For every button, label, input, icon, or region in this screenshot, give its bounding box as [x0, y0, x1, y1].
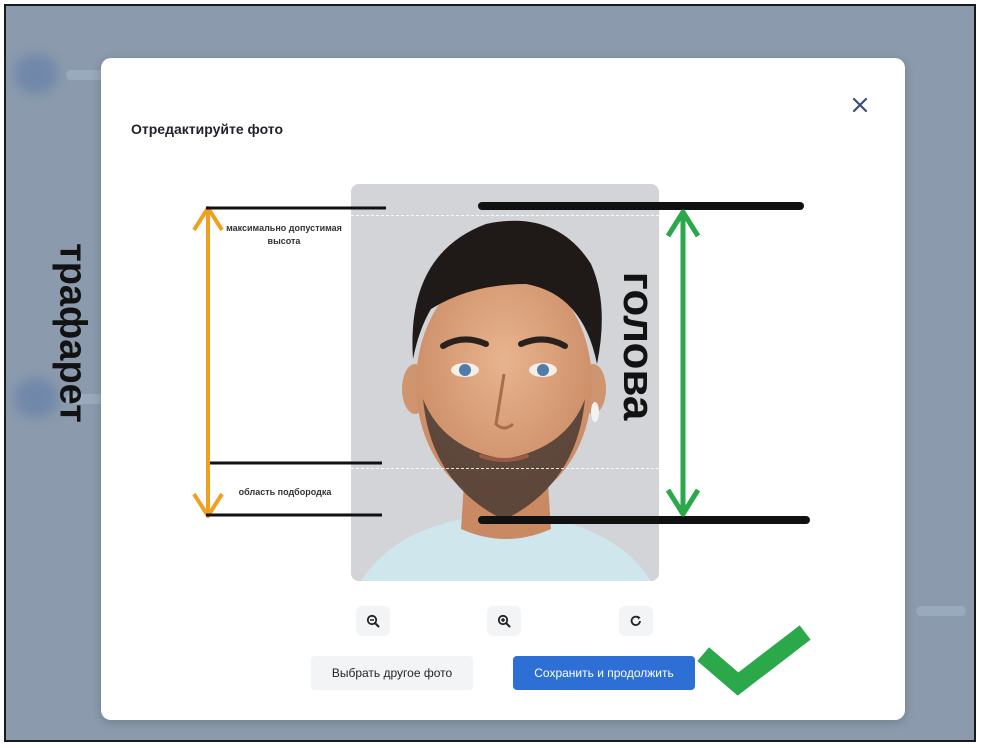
- rotate-icon: [630, 615, 641, 626]
- chin-area-label: область подбородка: [238, 487, 332, 497]
- max-height-guide: [351, 215, 659, 216]
- save-and-continue-button[interactable]: Сохранить и продолжить: [513, 656, 695, 690]
- chin-guide-top: [351, 468, 659, 469]
- stencil-label: трафарет: [51, 243, 94, 423]
- zoom-in-icon: [497, 614, 511, 628]
- head-label: голова: [614, 271, 663, 421]
- rotate-button[interactable]: [619, 606, 653, 636]
- max-height-label: максимально допустимая высота: [226, 223, 342, 246]
- close-button[interactable]: [848, 93, 872, 117]
- dialog-title: Отредактируйте фото: [131, 121, 284, 137]
- zoom-out-button[interactable]: [356, 606, 390, 636]
- zoom-out-icon: [366, 614, 380, 628]
- screenshot-frame: Отредактируйте фото Выбрать другое фото …: [4, 4, 976, 742]
- zoom-in-button[interactable]: [487, 606, 521, 636]
- background-text-line: [916, 606, 966, 616]
- background-blob: [14, 54, 58, 94]
- background-text-line: [66, 70, 106, 80]
- edit-photo-dialog: Отредактируйте фото Выбрать другое фото …: [101, 58, 905, 720]
- close-icon: [852, 97, 868, 113]
- choose-other-photo-button[interactable]: Выбрать другое фото: [311, 656, 473, 690]
